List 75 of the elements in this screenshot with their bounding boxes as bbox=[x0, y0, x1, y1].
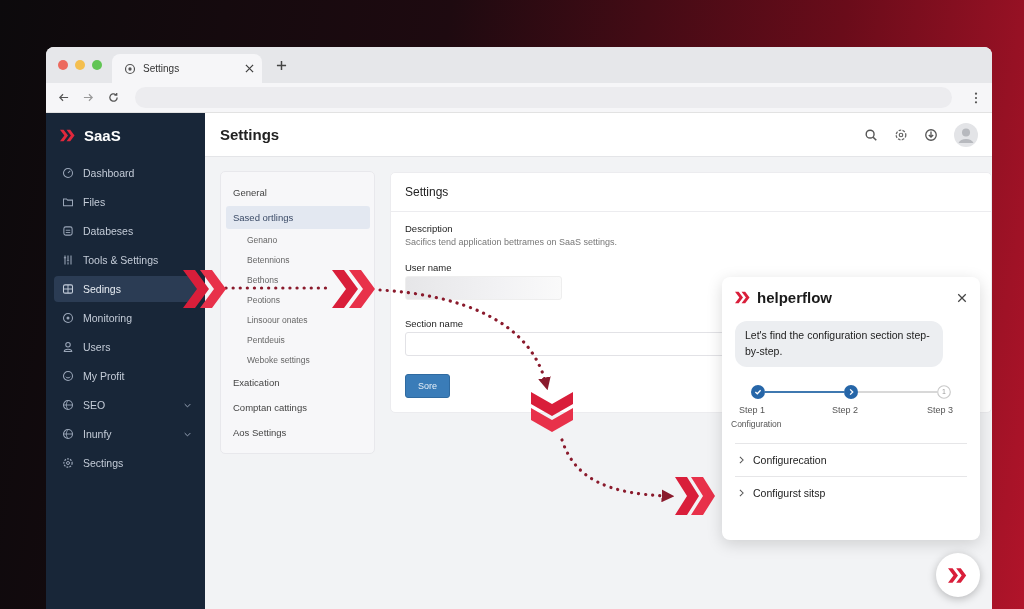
globe-icon bbox=[62, 428, 74, 440]
chevrons-logo-icon bbox=[60, 129, 76, 142]
chevrons-icon bbox=[675, 477, 715, 515]
back-icon[interactable] bbox=[58, 92, 69, 103]
grid-icon bbox=[62, 283, 74, 295]
card-title: Settings bbox=[391, 173, 991, 212]
chevrons-icon bbox=[332, 270, 375, 308]
chevron-icon bbox=[739, 488, 744, 497]
browser-tab[interactable]: Settings bbox=[112, 54, 262, 83]
sidebar-item[interactable]: Databeses bbox=[54, 218, 199, 244]
helper-link[interactable]: Configurst sitsp bbox=[735, 475, 967, 509]
sidebar-item[interactable]: Tools & Settings bbox=[54, 247, 199, 273]
sliders-icon bbox=[62, 254, 74, 266]
field-label: Description bbox=[405, 223, 454, 234]
gauge-icon bbox=[62, 167, 74, 179]
maximize-window-dot[interactable] bbox=[92, 60, 102, 70]
settings-nav-item[interactable]: Comptan cattings bbox=[226, 396, 370, 419]
close-icon[interactable] bbox=[245, 64, 254, 73]
chevron-icon bbox=[739, 455, 744, 464]
settings-nav-item[interactable]: General bbox=[226, 181, 370, 204]
field-label: Section name bbox=[405, 318, 465, 329]
settings-nav-subitem[interactable]: Pentdeuis bbox=[226, 330, 370, 350]
settings-nav-item[interactable]: Exatication bbox=[226, 371, 370, 394]
download-icon[interactable] bbox=[924, 127, 938, 142]
helper-brand: helperflow bbox=[757, 289, 833, 306]
description-text: Sacifics tend application bettrames on SaaS settings. bbox=[405, 237, 619, 247]
helper-link[interactable]: Configurecation bbox=[735, 442, 967, 476]
settings-nav-subitem[interactable]: Linsoour onates bbox=[226, 310, 370, 330]
settings-nav-subitem[interactable]: Weboke settings bbox=[226, 350, 370, 370]
sidebar-item[interactable]: Monitoring bbox=[54, 305, 199, 331]
step-label: Step 3 bbox=[927, 404, 954, 415]
chat-bubble: Let's find the configuration section step-by-step. bbox=[735, 321, 943, 367]
search-icon[interactable] bbox=[864, 127, 878, 142]
target-icon bbox=[62, 312, 74, 324]
settings-nav-item[interactable]: Sased ortlings bbox=[226, 206, 370, 229]
sidebar-item[interactable]: Users bbox=[54, 334, 199, 360]
page-title: Settings bbox=[220, 126, 280, 143]
database-icon bbox=[62, 225, 74, 237]
sidebar-item[interactable]: Sedings bbox=[54, 276, 199, 302]
sidebar-item[interactable]: Inunfy bbox=[54, 421, 199, 447]
field-label: User name bbox=[405, 262, 453, 273]
new-tab-icon[interactable] bbox=[276, 59, 287, 71]
forward-icon[interactable] bbox=[83, 92, 94, 103]
minimize-window-dot[interactable] bbox=[75, 60, 85, 70]
close-icon[interactable] bbox=[957, 292, 967, 303]
gear-icon bbox=[124, 62, 136, 75]
reload-icon[interactable] bbox=[108, 92, 119, 103]
chevrons-icon bbox=[948, 567, 968, 583]
smiley-icon bbox=[62, 370, 74, 382]
save-button[interactable]: Sore bbox=[405, 374, 450, 398]
folder-icon bbox=[62, 196, 74, 208]
sidebar-item[interactable]: My Profit bbox=[54, 363, 199, 389]
settings-nav-item[interactable]: Aos Settings bbox=[226, 421, 370, 444]
settings-icon[interactable] bbox=[894, 127, 908, 142]
input-field[interactable] bbox=[405, 276, 562, 300]
globe-icon bbox=[62, 399, 74, 411]
settings-nav-subitem[interactable]: Betennions bbox=[226, 250, 370, 270]
close-window-dot[interactable] bbox=[58, 60, 68, 70]
chevrons-icon bbox=[183, 270, 226, 308]
sidebar-item[interactable]: Files bbox=[54, 189, 199, 215]
brand-name: SaaS bbox=[84, 127, 121, 144]
chevrons-icon bbox=[531, 392, 573, 432]
sidebar-item[interactable]: SEO bbox=[54, 392, 199, 418]
chevrons-logo-icon bbox=[735, 291, 751, 304]
settings-nav-subitem[interactable]: Bethons bbox=[226, 270, 370, 290]
step-caption: Configuration bbox=[731, 418, 782, 429]
gear-icon bbox=[62, 457, 74, 469]
sidebar-item[interactable]: Sectings bbox=[54, 450, 199, 476]
step-label: Step 2 bbox=[832, 404, 859, 415]
settings-nav-subitem[interactable]: Peotions bbox=[226, 290, 370, 310]
step-label: Step 1 bbox=[739, 404, 766, 415]
user-icon bbox=[62, 341, 74, 353]
settings-nav-subitem[interactable]: Genano bbox=[226, 230, 370, 250]
sidebar-item[interactable]: Dashboard bbox=[54, 160, 199, 186]
menu-icon[interactable] bbox=[974, 91, 978, 104]
